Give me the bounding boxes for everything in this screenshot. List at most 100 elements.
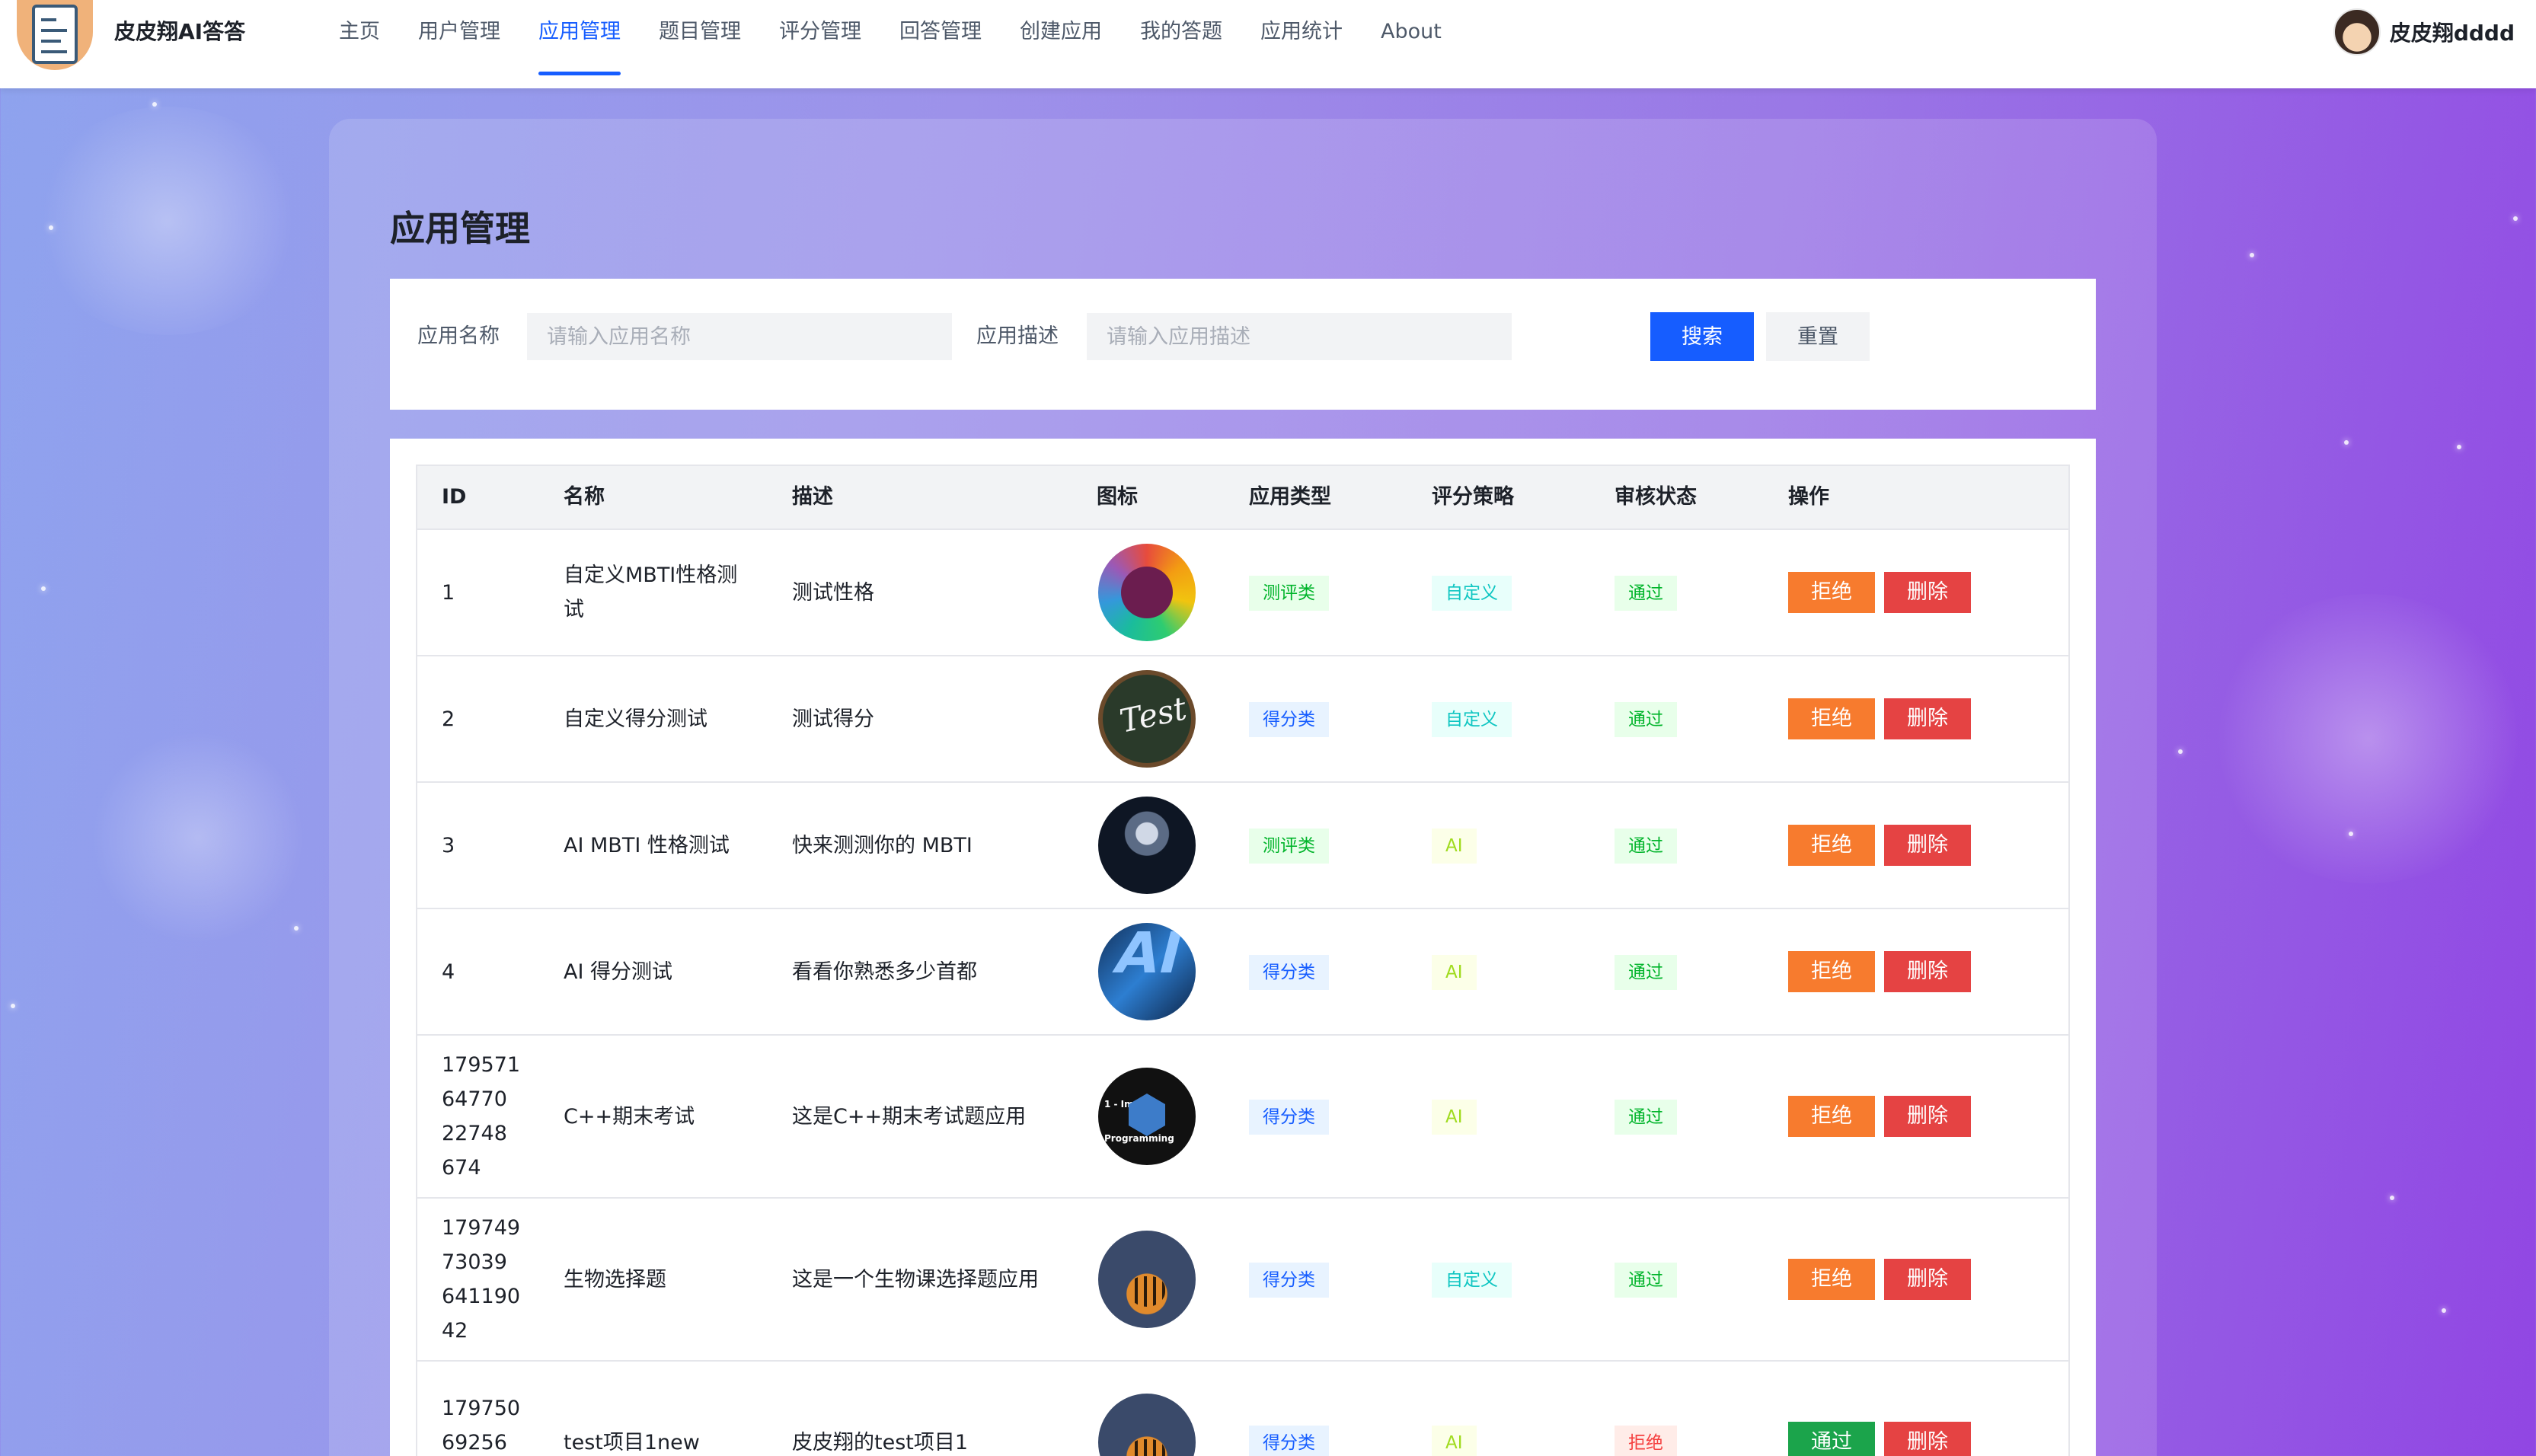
nav-item-about[interactable]: About <box>1362 0 1461 88</box>
status-badge: 拒绝 <box>1615 1425 1677 1456</box>
reject-button[interactable]: 拒绝 <box>1788 572 1875 613</box>
table-row: 179749 73039 641190 42 生物选择题 这是一个生物课选择题应… <box>417 1199 2068 1362</box>
chalkboard-text: Test <box>1116 689 1190 740</box>
app-type-tag: 测评类 <box>1249 828 1329 864</box>
nav-item-app-statistics[interactable]: 应用统计 <box>1241 0 1362 88</box>
ai-letters-icon: AI <box>1098 923 1196 1020</box>
cell-id: 4 <box>442 959 455 984</box>
scoring-strategy-tag: AI <box>1432 1425 1477 1456</box>
top-navbar: 皮皮翔AI答答 主页 用户管理 应用管理 题目管理 评分管理 回答管理 创建应用… <box>0 0 2536 88</box>
cell-name: 自定义得分测试 <box>564 707 707 731</box>
background-sparkle <box>2457 445 2461 449</box>
cell-description: 测试性格 <box>792 580 874 605</box>
scoring-strategy-tag: 自定义 <box>1432 1262 1512 1298</box>
app-name-input[interactable] <box>527 313 952 360</box>
scoring-strategy-tag: AI <box>1432 954 1477 990</box>
app-type-tag: 得分类 <box>1249 701 1329 737</box>
nav-item-answer-management[interactable]: 回答管理 <box>880 0 1001 88</box>
background-glow <box>30 107 305 335</box>
background-sparkle <box>294 926 299 931</box>
background-sparkle <box>2390 1196 2394 1200</box>
background-sparkle <box>49 225 53 230</box>
app-type-tag: 得分类 <box>1249 1262 1329 1298</box>
ai-letters-text: AI <box>1108 923 1190 986</box>
delete-button[interactable]: 删除 <box>1884 1259 1971 1300</box>
cell-name: 生物选择题 <box>564 1267 666 1292</box>
main-nav: 主页 用户管理 应用管理 题目管理 评分管理 回答管理 创建应用 我的答题 应用… <box>320 0 1461 88</box>
column-header-id: ID <box>442 485 467 509</box>
reject-button[interactable]: 拒绝 <box>1788 951 1875 992</box>
search-form: 应用名称 应用描述 搜索 重置 <box>390 279 2096 410</box>
user-menu[interactable]: 皮皮翔dddd <box>2333 0 2515 64</box>
nav-item-question-management[interactable]: 题目管理 <box>640 0 760 88</box>
cell-name: test项目1new <box>564 1430 700 1454</box>
app-table: ID 名称 描述 图标 应用类型 评分策略 审核状态 操作 1 自定义MBTI性… <box>416 465 2070 1456</box>
status-badge: 通过 <box>1615 575 1677 611</box>
reject-button[interactable]: 拒绝 <box>1788 1096 1875 1137</box>
background-sparkle <box>11 1004 15 1008</box>
table-row: 3 AI MBTI 性格测试 快来测测你的 MBTI 测评类 AI 通过 拒绝删… <box>417 783 2068 909</box>
cell-id: 1 <box>442 580 455 605</box>
nav-item-my-answers[interactable]: 我的答题 <box>1121 0 1241 88</box>
reject-button[interactable]: 拒绝 <box>1788 1259 1875 1300</box>
table-row: 1 自定义MBTI性格测试 测试性格 测评类 自定义 通过 拒绝 删除 <box>417 530 2068 656</box>
nav-item-home[interactable]: 主页 <box>320 0 399 88</box>
ai-robot-icon <box>1098 797 1196 894</box>
app-logo[interactable] <box>17 0 93 70</box>
column-header-icon: 图标 <box>1097 485 1138 509</box>
status-badge: 通过 <box>1615 1099 1677 1135</box>
scoring-strategy-tag: AI <box>1432 828 1477 864</box>
search-button[interactable]: 搜索 <box>1650 312 1754 361</box>
app-type-tag: 测评类 <box>1249 575 1329 611</box>
column-header-name: 名称 <box>564 485 605 509</box>
app-name-label: 应用名称 <box>417 324 500 348</box>
avatar[interactable] <box>2333 8 2381 56</box>
table-row: 2 自定义得分测试 测试得分 Test 得分类 自定义 通过 拒绝 删除 <box>417 656 2068 783</box>
cell-name: AI 得分测试 <box>564 959 673 984</box>
app-desc-label: 应用描述 <box>976 324 1059 348</box>
reject-button[interactable]: 拒绝 <box>1788 698 1875 739</box>
cell-name: C++期末考试 <box>564 1104 695 1129</box>
delete-button[interactable]: 删除 <box>1884 698 1971 739</box>
background-glow <box>2209 594 2528 883</box>
approve-button[interactable]: 通过 <box>1788 1422 1875 1456</box>
app-desc-input[interactable] <box>1087 313 1512 360</box>
cell-id: 179749 73039 641190 42 <box>442 1216 521 1343</box>
reject-button[interactable]: 拒绝 <box>1788 825 1875 866</box>
cell-description: 看看你熟悉多少首都 <box>792 959 977 984</box>
app-type-tag: 得分类 <box>1249 954 1329 990</box>
cell-description: 测试得分 <box>792 707 874 731</box>
background-sparkle <box>41 586 46 591</box>
nav-item-user-management[interactable]: 用户管理 <box>399 0 519 88</box>
delete-button[interactable]: 删除 <box>1884 1096 1971 1137</box>
cell-description: 这是C++期末考试题应用 <box>792 1104 1027 1129</box>
user-name[interactable]: 皮皮翔dddd <box>2390 17 2515 47</box>
scoring-strategy-tag: 自定义 <box>1432 575 1512 611</box>
background-glow <box>91 731 305 944</box>
delete-button[interactable]: 删除 <box>1884 1422 1971 1456</box>
cell-id: 179750 69256 68134 <box>442 1396 521 1454</box>
scoring-strategy-tag: AI <box>1432 1099 1477 1135</box>
table-row: 179571 64770 22748 674 C++期末考试 这是C++期末考试… <box>417 1036 2068 1199</box>
nav-item-app-management[interactable]: 应用管理 <box>519 0 640 88</box>
test-chalkboard-icon: Test <box>1098 670 1196 768</box>
table-card: ID 名称 描述 图标 应用类型 评分策略 审核状态 操作 1 自定义MBTI性… <box>390 439 2096 1456</box>
nav-item-create-app[interactable]: 创建应用 <box>1001 0 1121 88</box>
cell-id: 3 <box>442 833 455 857</box>
status-badge: 通过 <box>1615 701 1677 737</box>
status-badge: 通过 <box>1615 828 1677 864</box>
column-header-review-status: 审核状态 <box>1615 485 1697 509</box>
column-header-app-type: 应用类型 <box>1249 485 1331 509</box>
delete-button[interactable]: 删除 <box>1884 825 1971 866</box>
cell-description: 皮皮翔的test项目1 <box>792 1430 969 1454</box>
background-sparkle <box>2349 832 2353 836</box>
main-panel: 应用管理 应用名称 应用描述 搜索 重置 ID 名称 描述 图标 应用类型 评分… <box>329 119 2157 1456</box>
brand-name[interactable]: 皮皮翔AI答答 <box>114 17 245 47</box>
background-sparkle <box>2250 253 2254 257</box>
column-header-scoring-strategy: 评分策略 <box>1432 485 1514 509</box>
reset-button[interactable]: 重置 <box>1766 312 1870 361</box>
delete-button[interactable]: 删除 <box>1884 951 1971 992</box>
nav-item-scoring-management[interactable]: 评分管理 <box>760 0 880 88</box>
tiger-icon <box>1098 1231 1196 1328</box>
delete-button[interactable]: 删除 <box>1884 572 1971 613</box>
